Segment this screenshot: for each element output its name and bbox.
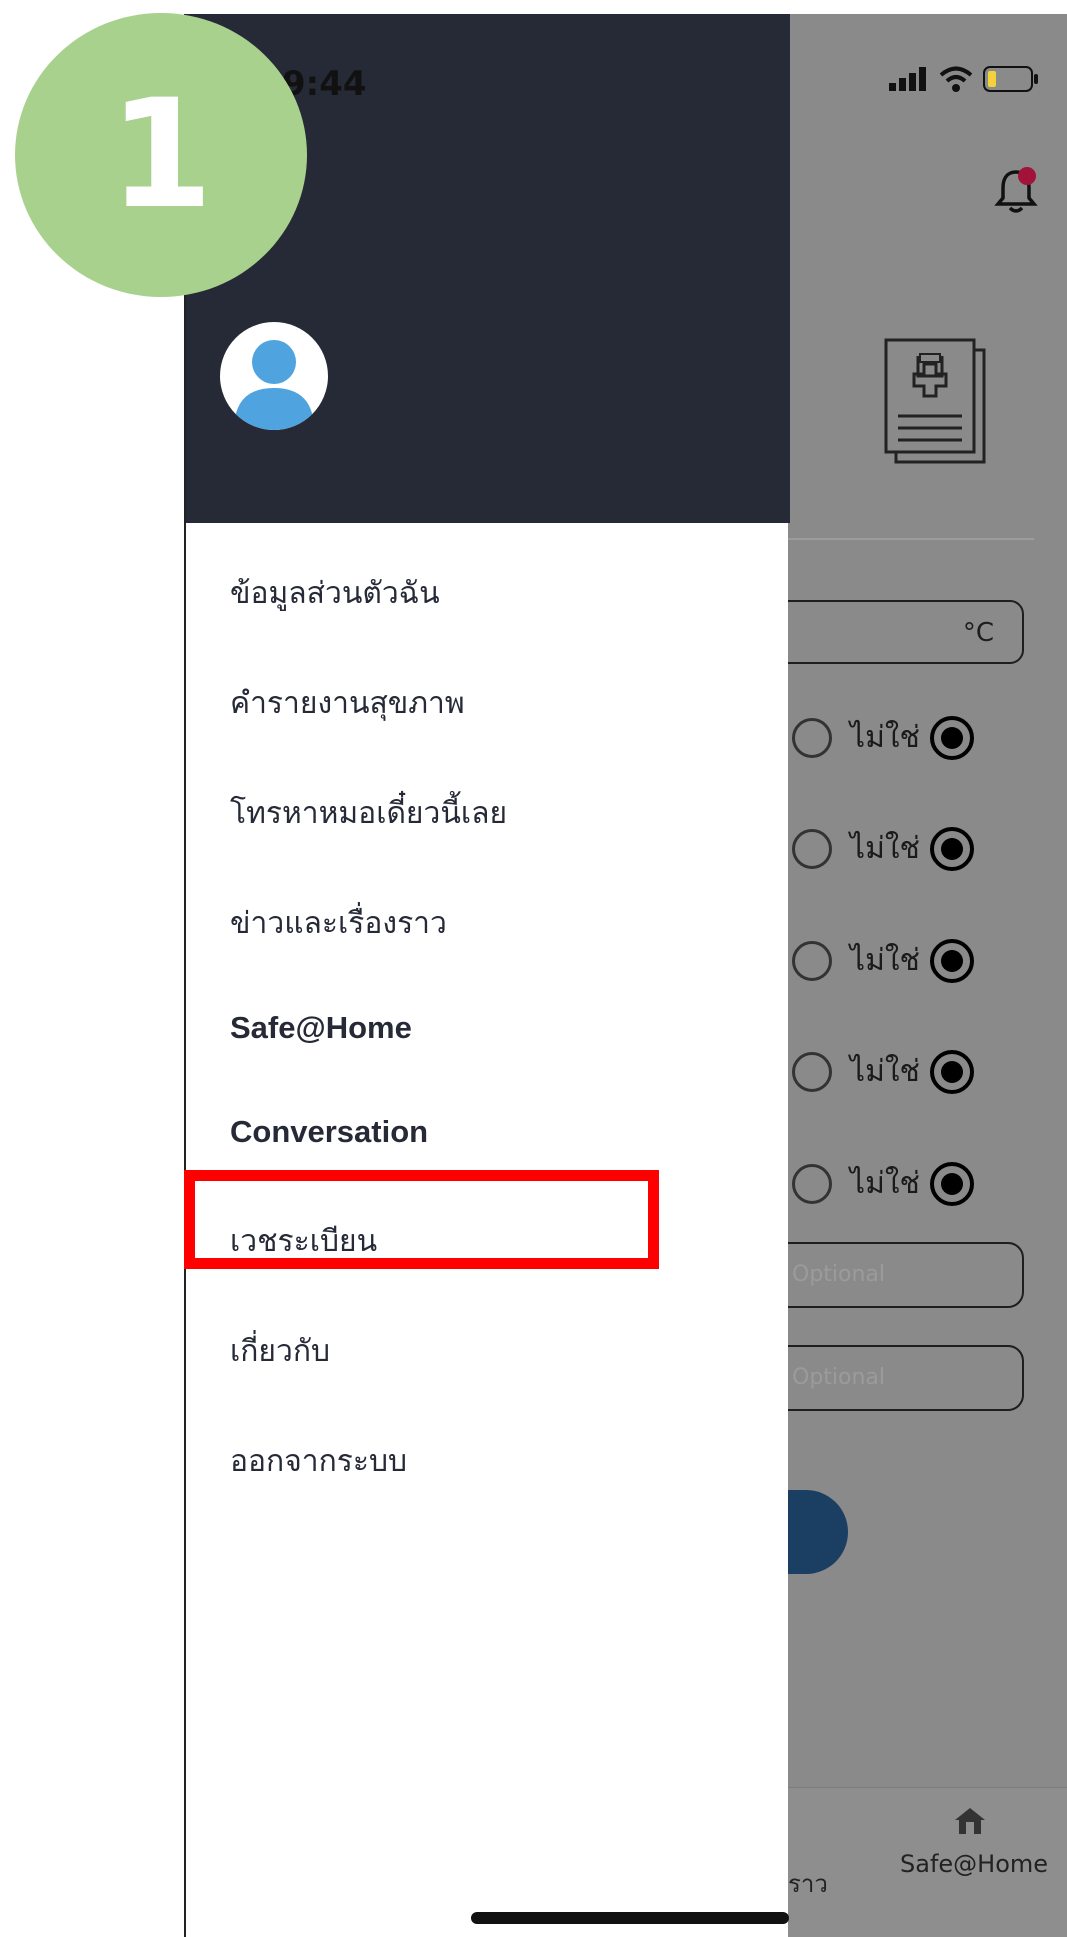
user-avatar-icon	[234, 340, 314, 430]
radio-no-label: ไม่ใช่	[850, 1166, 920, 1201]
menu-item-logout[interactable]: ออกจากระบบ	[230, 1438, 407, 1485]
radio-no-selected[interactable]	[930, 938, 974, 983]
radio-no-selected[interactable]	[930, 826, 974, 871]
radio-no-label: ไม่ใช่	[850, 831, 920, 866]
radio-no-selected[interactable]	[930, 1049, 974, 1094]
divider	[788, 538, 1034, 540]
radio-no-selected[interactable]	[930, 715, 974, 760]
radio-no-label: ไม่ใช่	[850, 1054, 920, 1089]
menu-item-about[interactable]: เกี่ยวกับ	[230, 1328, 330, 1375]
menu-item-safe-home[interactable]: Safe@Home	[230, 1010, 412, 1046]
submit-button[interactable]	[788, 1490, 848, 1574]
optional-input[interactable]: Optional	[788, 1345, 1024, 1411]
medical-record-icon	[884, 338, 986, 464]
optional-placeholder: Optional	[792, 1365, 886, 1390]
question-row: ไม่ใช่	[792, 714, 974, 761]
radio-no-label: ไม่ใช่	[850, 720, 920, 755]
avatar[interactable]	[220, 322, 328, 430]
question-row: ไม่ใช่	[792, 1160, 974, 1207]
wifi-icon	[939, 66, 973, 92]
home-shield-icon	[955, 1808, 985, 1834]
radio-yes[interactable]	[792, 940, 832, 981]
question-row: ไม่ใช่	[792, 1048, 974, 1095]
radio-yes[interactable]	[792, 1051, 832, 1092]
bottom-tab-bar: ราว Safe@Home	[788, 1787, 1067, 1937]
tab-safe-home[interactable]: Safe@Home	[900, 1806, 1049, 1878]
temperature-unit: °C	[962, 618, 994, 648]
radio-no-selected[interactable]	[930, 1161, 974, 1206]
radio-no-label: ไม่ใช่	[850, 943, 920, 978]
question-row: ไม่ใช่	[792, 937, 974, 984]
optional-placeholder: Optional	[792, 1262, 886, 1287]
home-indicator[interactable]	[471, 1912, 789, 1924]
tab-safe-home-label: Safe@Home	[900, 1850, 1049, 1878]
status-icons	[889, 66, 1039, 92]
background-screen: °C ไม่ใช่ ไม่ใช่ ไม่ใช่ ไม่ใช่ ไม่ใช่ Op…	[788, 14, 1067, 1937]
step-badge: 1	[15, 13, 307, 297]
temperature-input[interactable]: °C	[788, 600, 1024, 664]
notification-bell-icon[interactable]	[994, 166, 1038, 216]
highlight-box	[184, 1170, 659, 1269]
menu-item-conversation[interactable]: Conversation	[230, 1114, 428, 1150]
step-number: 1	[108, 68, 214, 242]
notification-dot	[1018, 167, 1036, 185]
optional-input[interactable]: Optional	[788, 1242, 1024, 1308]
menu-item-health-report[interactable]: คำรายงานสุขภาพ	[230, 680, 465, 727]
tab-news-label[interactable]: ราว	[788, 1864, 828, 1903]
navigation-drawer: 9:44 ข้อมูลส่วนตัวฉัน คำรายงานสุขภาพ โทร…	[184, 14, 790, 1937]
radio-yes[interactable]	[792, 717, 832, 758]
battery-icon	[983, 66, 1038, 92]
radio-yes[interactable]	[792, 1163, 832, 1204]
radio-yes[interactable]	[792, 828, 832, 869]
menu-item-profile[interactable]: ข้อมูลส่วนตัวฉัน	[230, 570, 440, 617]
menu-item-news[interactable]: ข่าวและเรื่องราว	[230, 900, 447, 947]
question-row: ไม่ใช่	[792, 825, 974, 872]
menu-item-call-doctor[interactable]: โทรหาหมอเดี๋ยวนี้เลย	[230, 790, 507, 837]
signal-icon	[889, 67, 926, 91]
